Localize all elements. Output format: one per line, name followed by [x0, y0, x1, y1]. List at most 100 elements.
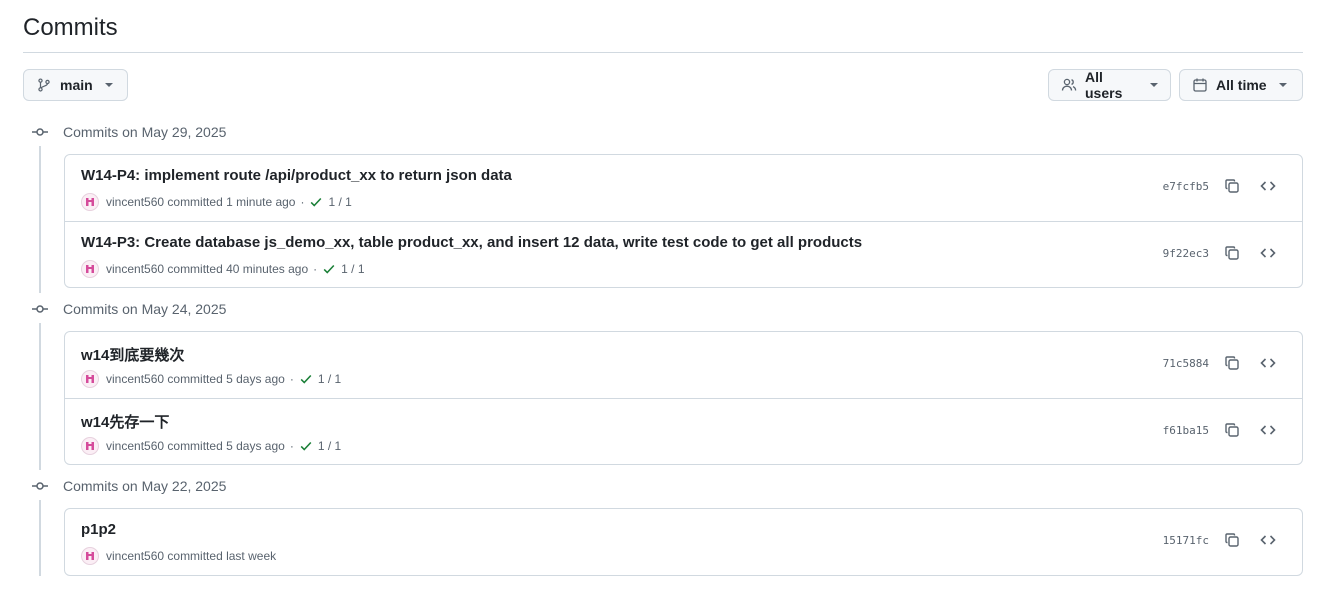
commit-message-link[interactable]: W14-P4: implement route /api/product_xx …	[81, 167, 512, 184]
commit-message-link[interactable]: W14-P3: Create database js_demo_xx, tabl…	[81, 234, 862, 251]
checks-status[interactable]: 1 / 1	[318, 439, 341, 453]
commit-sha-link[interactable]: e7fcfb5	[1163, 180, 1209, 193]
commit-meta: vincent560 committed 40 minutes ago · 1 /…	[81, 260, 365, 278]
git-branch-icon	[36, 77, 52, 93]
meta-separator: ·	[289, 372, 294, 386]
checks-status[interactable]: 1 / 1	[318, 372, 341, 386]
avatar[interactable]	[81, 370, 99, 388]
checks-status[interactable]: 1 / 1	[328, 195, 351, 209]
commit-time: 40 minutes ago	[226, 262, 309, 276]
code-icon	[1260, 355, 1276, 376]
timeline-line	[39, 146, 41, 293]
copy-sha-button[interactable]	[1220, 243, 1244, 267]
commit-sha-link[interactable]: 9f22ec3	[1163, 247, 1209, 260]
commit-group-header: Commits on May 29, 2025	[23, 122, 226, 142]
checks-status[interactable]: 1 / 1	[341, 262, 364, 276]
copy-icon	[1224, 178, 1240, 199]
branch-select-button[interactable]: main	[23, 69, 128, 101]
time-filter-button[interactable]: All time	[1179, 69, 1303, 101]
title-divider	[23, 52, 1303, 53]
commit-action: committed	[167, 195, 223, 209]
commit-group-date: Commits on May 29, 2025	[63, 124, 227, 140]
avatar[interactable]	[81, 260, 99, 278]
users-filter-button[interactable]: All users	[1048, 69, 1171, 101]
chevron-down-icon	[104, 83, 113, 87]
commit-sha-link[interactable]: f61ba15	[1163, 424, 1209, 437]
commit-time: 1 minute ago	[226, 195, 296, 209]
commit-message-link[interactable]: p1p2	[81, 521, 116, 538]
chevron-down-icon	[1150, 83, 1158, 87]
commit-row: w14先存一下 vincent560 committed 5 days ago ·…	[65, 398, 1302, 464]
commit-sha-link[interactable]: 71c5884	[1163, 357, 1209, 370]
commit-sha-link[interactable]: 15171fc	[1163, 534, 1209, 547]
browse-repo-button[interactable]	[1256, 530, 1280, 554]
git-commit-icon	[23, 476, 57, 496]
code-icon	[1260, 532, 1276, 553]
commit-time: 5 days ago	[226, 372, 285, 386]
commit-group-header: Commits on May 24, 2025	[23, 299, 226, 319]
commit-action: committed	[167, 372, 223, 386]
commit-author-link[interactable]: vincent560	[106, 439, 164, 453]
commit-group-date: Commits on May 22, 2025	[63, 478, 227, 494]
browse-repo-button[interactable]	[1256, 243, 1280, 267]
commit-meta: vincent560 committed 5 days ago · 1 / 1	[81, 370, 341, 388]
copy-icon	[1224, 532, 1240, 553]
commit-action: committed	[167, 262, 223, 276]
commit-row: p1p2 vincent560 committed last week 1517…	[65, 509, 1302, 575]
code-icon	[1260, 245, 1276, 266]
commit-group-header: Commits on May 22, 2025	[23, 476, 226, 496]
branch-label: main	[60, 77, 93, 93]
copy-sha-button[interactable]	[1220, 420, 1244, 444]
commit-row: W14-P4: implement route /api/product_xx …	[65, 155, 1302, 221]
copy-sha-button[interactable]	[1220, 353, 1244, 377]
commit-message-link[interactable]: w14先存一下	[81, 411, 169, 432]
browse-repo-button[interactable]	[1256, 420, 1280, 444]
page-title: Commits	[23, 14, 118, 41]
git-commit-icon	[23, 122, 57, 142]
check-icon[interactable]	[299, 439, 313, 453]
commit-time: 5 days ago	[226, 439, 285, 453]
git-commit-icon	[23, 299, 57, 319]
calendar-icon	[1192, 77, 1208, 93]
commit-author-link[interactable]: vincent560	[106, 372, 164, 386]
timeline-line	[39, 323, 41, 470]
commit-author-link[interactable]: vincent560	[106, 262, 164, 276]
commit-action: committed	[167, 549, 223, 563]
commit-meta: vincent560 committed 1 minute ago · 1 / 1	[81, 193, 352, 211]
commit-row: w14到底要幾次 vincent560 committed 5 days ago…	[65, 332, 1302, 398]
commit-action: committed	[167, 439, 223, 453]
browse-repo-button[interactable]	[1256, 353, 1280, 377]
commit-row: W14-P3: Create database js_demo_xx, tabl…	[65, 221, 1302, 287]
avatar[interactable]	[81, 437, 99, 455]
timeline-line	[39, 500, 41, 576]
meta-separator: ·	[300, 195, 305, 209]
copy-icon	[1224, 355, 1240, 376]
commit-meta: vincent560 committed last week	[81, 547, 276, 565]
commit-author-link[interactable]: vincent560	[106, 549, 164, 563]
commit-group-date: Commits on May 24, 2025	[63, 301, 227, 317]
commit-message-link[interactable]: w14到底要幾次	[81, 344, 184, 365]
check-icon[interactable]	[322, 262, 336, 276]
commit-list: W14-P4: implement route /api/product_xx …	[64, 154, 1303, 288]
code-icon	[1260, 422, 1276, 443]
meta-separator: ·	[289, 439, 294, 453]
chevron-down-icon	[1278, 83, 1287, 87]
copy-sha-button[interactable]	[1220, 530, 1244, 554]
browse-repo-button[interactable]	[1256, 176, 1280, 200]
copy-icon	[1224, 422, 1240, 443]
commit-list: p1p2 vincent560 committed last week 1517…	[64, 508, 1303, 576]
check-icon[interactable]	[309, 195, 323, 209]
avatar[interactable]	[81, 547, 99, 565]
avatar[interactable]	[81, 193, 99, 211]
check-icon[interactable]	[299, 372, 313, 386]
meta-separator: ·	[313, 262, 318, 276]
commit-author-link[interactable]: vincent560	[106, 195, 164, 209]
code-icon	[1260, 178, 1276, 199]
people-icon	[1061, 77, 1077, 93]
copy-sha-button[interactable]	[1220, 176, 1244, 200]
copy-icon	[1224, 245, 1240, 266]
commit-time: last week	[226, 549, 277, 563]
commit-list: w14到底要幾次 vincent560 committed 5 days ago…	[64, 331, 1303, 465]
commit-meta: vincent560 committed 5 days ago · 1 / 1	[81, 437, 341, 455]
time-filter-label: All time	[1216, 77, 1267, 93]
